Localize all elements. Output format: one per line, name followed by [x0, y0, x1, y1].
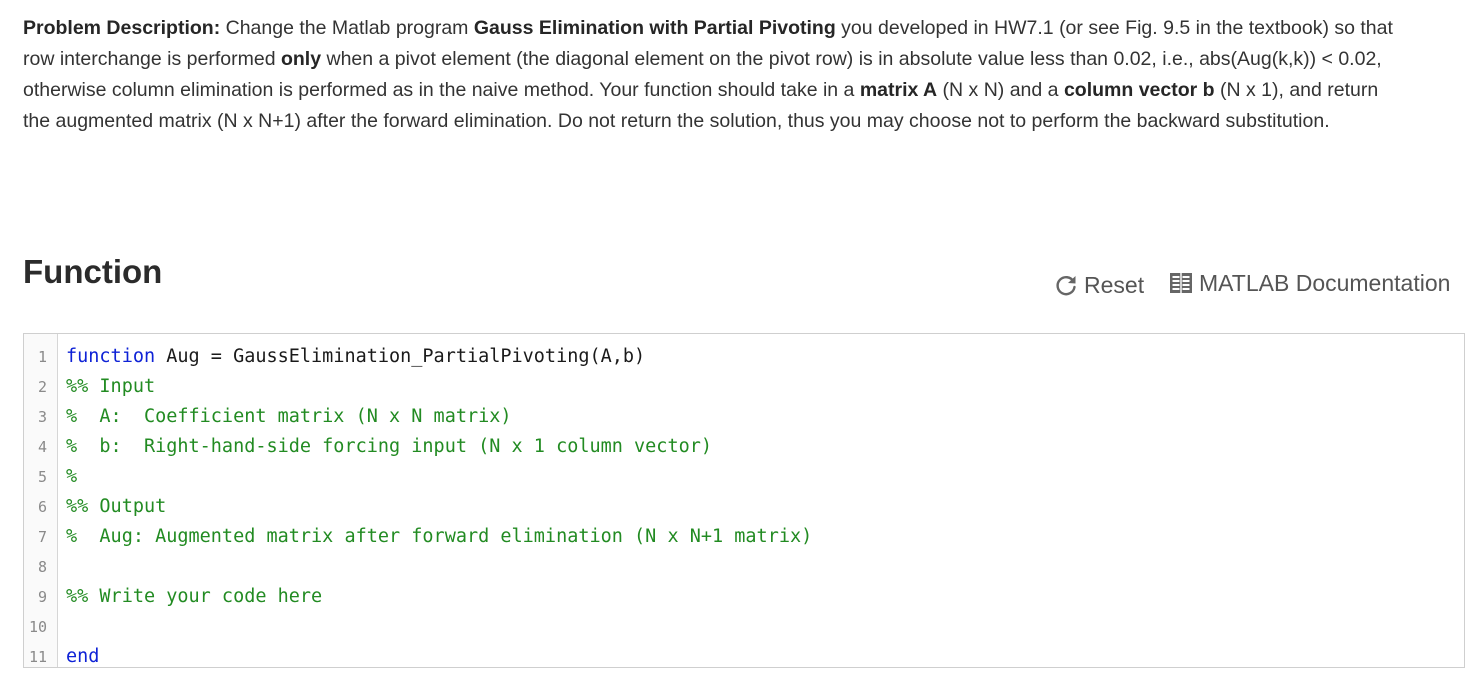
documentation-label: MATLAB Documentation: [1199, 270, 1451, 296]
code-line[interactable]: 10: [24, 612, 1464, 642]
line-number: 7: [37, 528, 47, 546]
book-icon: [1169, 272, 1193, 294]
description-text: Change the Matlab program: [220, 17, 474, 39]
line-code: function Aug = GaussElimination_PartialP…: [66, 342, 645, 372]
code-line[interactable]: 4 % b: Right-hand-side forcing input (N x…: [24, 432, 1464, 462]
comment: % A: Coefficient matrix (N x N matrix): [66, 406, 512, 427]
code-line[interactable]: 9 %% Write your code here: [24, 582, 1464, 612]
keyword: end: [66, 646, 100, 667]
keyword: function: [66, 346, 156, 367]
line-code: % b: Right-hand-side forcing input (N x …: [66, 432, 712, 462]
code-line[interactable]: 7 % Aug: Augmented matrix after forward e…: [24, 522, 1464, 552]
line-number: 10: [28, 618, 47, 636]
line-number: 5: [37, 468, 47, 486]
code-line[interactable]: 2 %% Input: [24, 372, 1464, 402]
line-code: % A: Coefficient matrix (N x N matrix): [66, 402, 512, 432]
line-code: %: [66, 462, 77, 492]
line-number: 2: [37, 378, 47, 396]
line-number: 11: [28, 648, 47, 666]
code-line[interactable]: 5%: [24, 462, 1464, 492]
code-line[interactable]: 6 %% Output: [24, 492, 1464, 522]
comment: %% Write your code here: [66, 586, 323, 607]
code-text: Aug = GaussElimination_PartialPivoting(A…: [155, 346, 646, 367]
problem-description: Problem Description: Change the Matlab p…: [23, 13, 1403, 137]
comment: %% Output: [66, 496, 167, 517]
line-code: %% Write your code here: [66, 582, 322, 612]
description-bold: matrix A: [859, 79, 938, 101]
line-code: end: [66, 642, 99, 672]
code-line[interactable]: 8: [24, 552, 1464, 582]
description-text: (N x N) and a: [937, 79, 1064, 101]
line-number: 8: [37, 558, 47, 576]
line-code: %% Output: [66, 492, 166, 522]
description-label: Problem Description:: [23, 17, 221, 39]
description-bold: only: [280, 48, 322, 70]
code-line[interactable]: 11 end: [24, 642, 1464, 672]
comment: %% Input: [66, 376, 156, 397]
matlab-documentation-link[interactable]: MATLAB Documentation: [1169, 266, 1450, 300]
comment: % Aug: Augmented matrix after forward el…: [66, 526, 813, 547]
description-bold: column vector b: [1063, 79, 1215, 101]
code-line[interactable]: 1 function Aug = GaussElimination_Partial…: [24, 342, 1464, 372]
line-number: 4: [37, 438, 47, 456]
line-code: % Aug: Augmented matrix after forward el…: [66, 522, 812, 552]
line-number: 1: [37, 348, 47, 366]
comment: %: [66, 466, 78, 487]
line-number: 6: [37, 498, 47, 516]
reset-label: Reset: [1084, 272, 1145, 298]
reset-arrow-icon: [1054, 273, 1078, 297]
code-editor[interactable]: 1 function Aug = GaussElimination_Partial…: [23, 333, 1465, 668]
line-code: %% Input: [66, 372, 155, 402]
section-title: Function: [23, 253, 163, 290]
line-number: 3: [37, 408, 47, 426]
description-bold: Gauss Elimination with Partial Pivoting: [473, 17, 836, 39]
comment: % b: Right-hand-side forcing input (N x …: [66, 436, 713, 457]
reset-button[interactable]: Reset: [1054, 268, 1144, 302]
code-line[interactable]: 3 % A: Coefficient matrix (N x N matrix): [24, 402, 1464, 432]
line-number: 9: [37, 588, 47, 606]
